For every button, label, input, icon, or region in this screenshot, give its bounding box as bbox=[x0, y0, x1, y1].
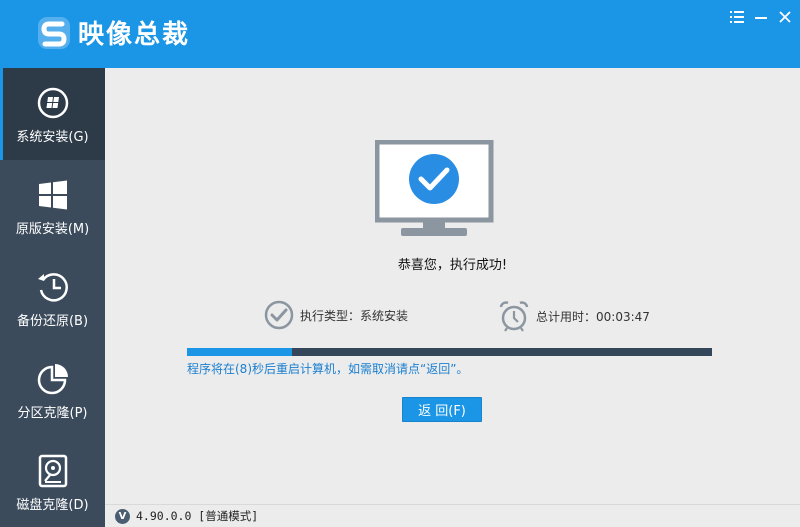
status-bar: V 4.90.0.0 [普通模式] bbox=[105, 504, 800, 527]
sidebar-item-original-install[interactable]: 原版安装(M) bbox=[0, 160, 105, 252]
total-time-info: 总计用时：00:03:47 bbox=[498, 300, 650, 332]
sidebar-item-system-install[interactable]: 系统安装(G) bbox=[0, 68, 105, 160]
monitor-success-icon bbox=[374, 139, 497, 244]
restart-countdown-text: 程序将在(8)秒后重启计算机，如需取消请点“返回”。 bbox=[187, 362, 469, 376]
back-button[interactable]: 返 回(F) bbox=[402, 397, 482, 422]
version-text: 4.90.0.0 [普通模式] bbox=[136, 509, 259, 523]
minimize-icon bbox=[755, 17, 767, 19]
alarm-clock-icon bbox=[499, 301, 529, 332]
progress-fill bbox=[187, 348, 292, 356]
pie-chart-icon bbox=[36, 362, 70, 396]
check-circle-icon bbox=[264, 300, 294, 330]
app-logo-icon bbox=[36, 15, 72, 51]
sidebar-item-backup-restore[interactable]: 备份还原(B) bbox=[0, 252, 105, 344]
success-message: 恭喜您，执行成功! bbox=[397, 258, 508, 273]
sidebar-item-partition-clone[interactable]: 分区克隆(P) bbox=[0, 344, 105, 436]
close-icon bbox=[779, 11, 791, 23]
disk-icon bbox=[36, 454, 70, 488]
windows-disc-icon bbox=[36, 86, 70, 120]
app-title: 映像总裁 bbox=[78, 20, 191, 50]
main-panel: 恭喜您，执行成功! 执行类型：系统安装 总计用时：00:03:47 程序将在(8… bbox=[105, 68, 800, 504]
sidebar-item-label: 备份还原(B) bbox=[16, 314, 89, 329]
active-indicator bbox=[0, 68, 3, 160]
exec-type-info: 执行类型：系统安装 bbox=[264, 300, 408, 330]
sidebar: 系统安装(G) 原版安装(M) 备份还原(B) 分区克隆(P) 磁盘克隆(D) bbox=[0, 68, 105, 527]
total-time-label: 总计用时：00:03:47 bbox=[536, 309, 650, 324]
exec-type-label: 执行类型：系统安装 bbox=[300, 308, 409, 323]
close-button[interactable] bbox=[774, 6, 796, 28]
menu-button[interactable] bbox=[726, 6, 748, 28]
app-logo: 映像总裁 bbox=[36, 14, 190, 51]
windows-logo-icon bbox=[36, 178, 70, 212]
clock-restore-icon bbox=[36, 270, 70, 304]
minimize-button[interactable] bbox=[750, 6, 772, 28]
sidebar-item-label: 系统安装(G) bbox=[16, 130, 89, 145]
sidebar-item-label: 原版安装(M) bbox=[15, 222, 90, 237]
sidebar-item-label: 分区克隆(P) bbox=[17, 406, 88, 421]
sidebar-item-label: 磁盘克隆(D) bbox=[16, 498, 89, 513]
sidebar-item-disk-clone[interactable]: 磁盘克隆(D) bbox=[0, 436, 105, 527]
restart-progress-bar bbox=[187, 348, 712, 356]
version-badge-icon: V bbox=[115, 508, 130, 524]
menu-icon bbox=[730, 11, 744, 23]
title-bar: 映像总裁 bbox=[0, 0, 800, 68]
